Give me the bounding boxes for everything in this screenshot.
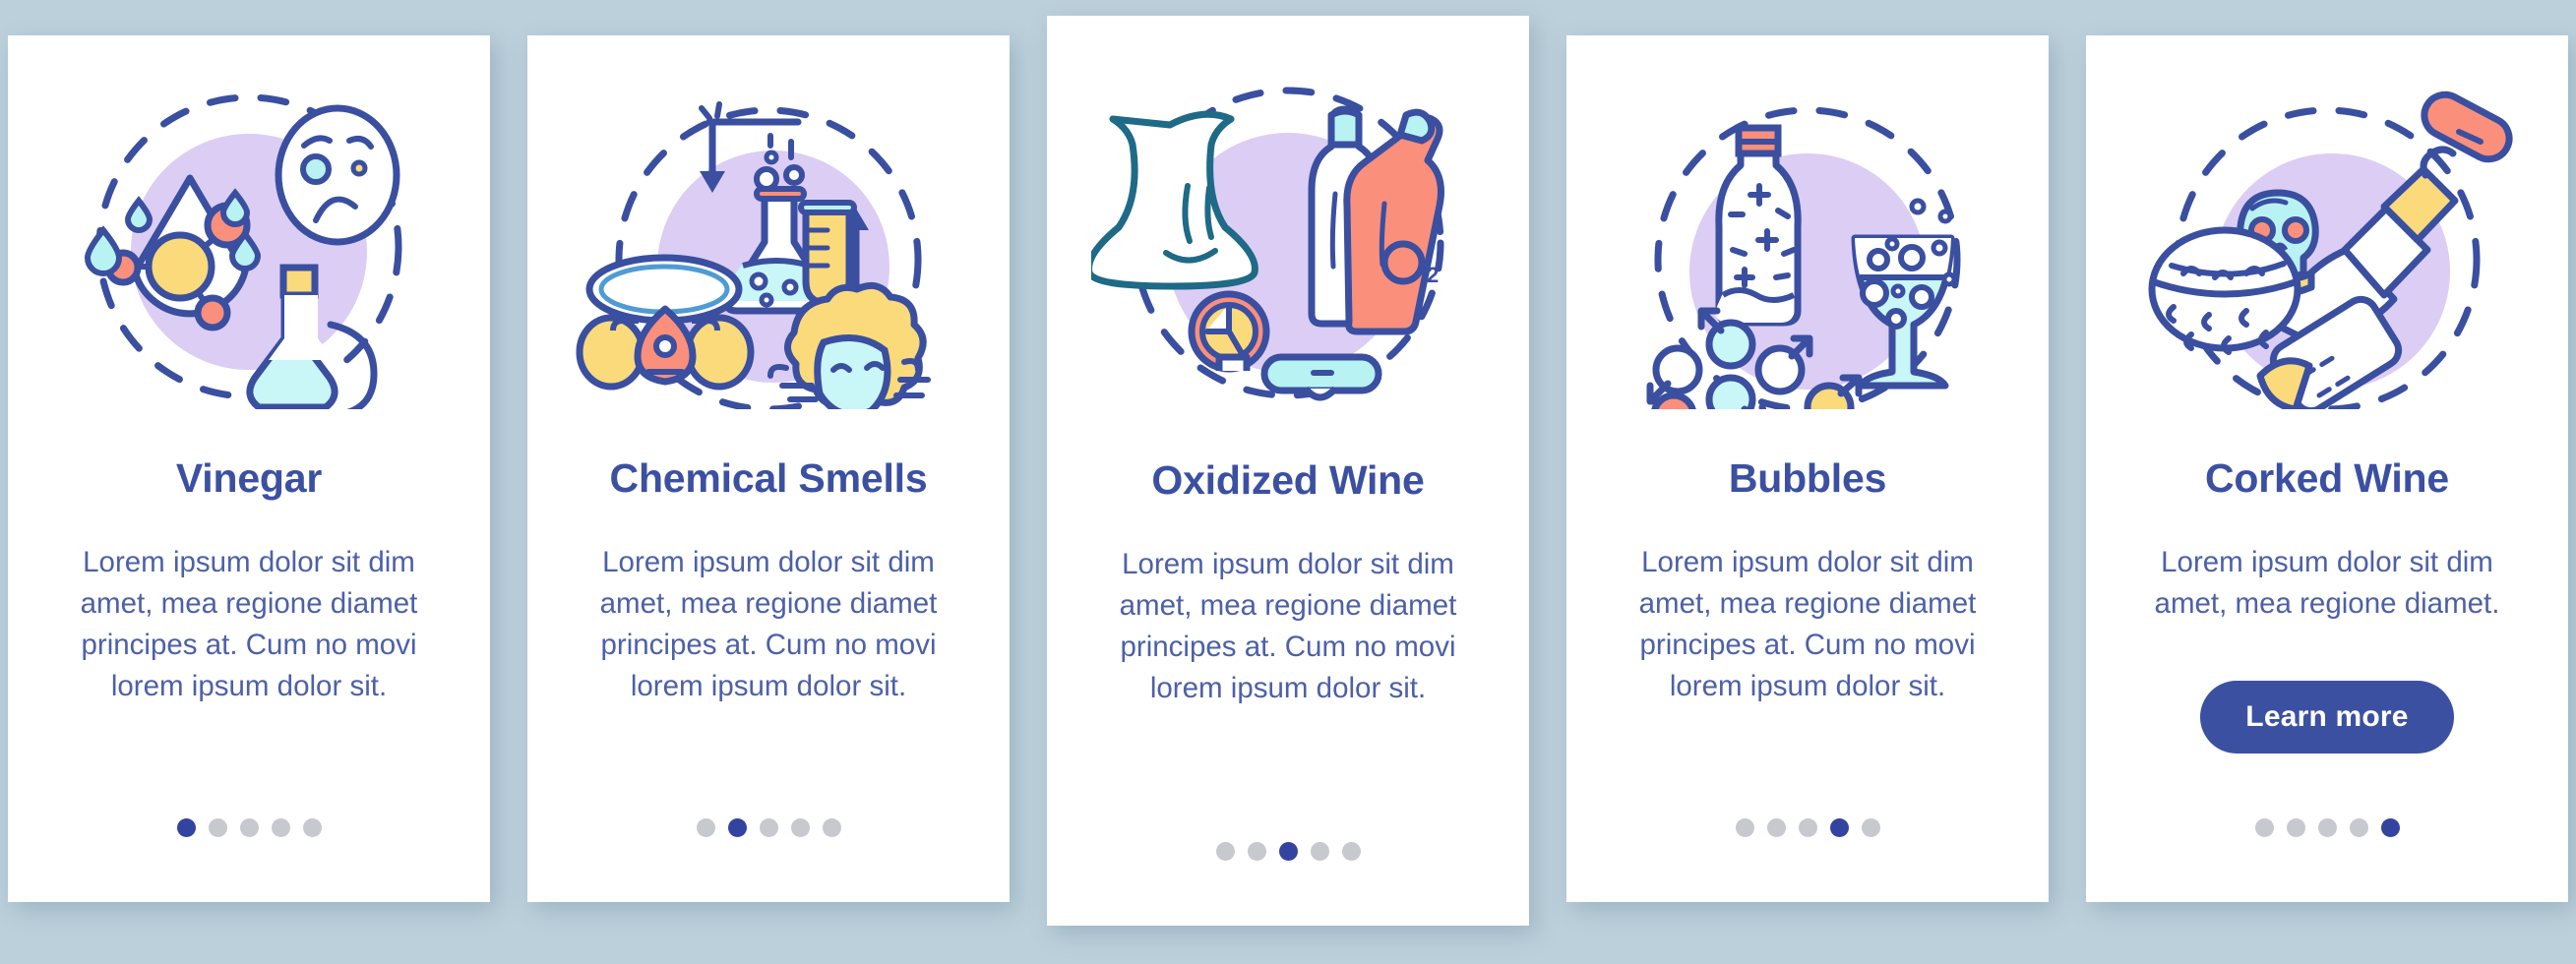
pagination-dot[interactable] (2349, 818, 2368, 837)
onboarding-card-bubbles: Bubbles Lorem ipsum dolor sit dim amet, … (1566, 35, 2049, 902)
corkscrew-icon (2420, 90, 2513, 179)
card-title: Bubbles (1728, 455, 1887, 501)
pagination-dot[interactable] (176, 818, 196, 837)
pagination-dot[interactable] (1735, 818, 1754, 837)
card-body: Lorem ipsum dolor sit dim amet, mea regi… (1638, 546, 1977, 702)
oxidized-wine-illustration: 2 (1047, 16, 1529, 460)
mold-dish-icon (2148, 226, 2301, 355)
card-title: Vinegar (175, 455, 323, 501)
respirator-mask-icon (576, 254, 755, 391)
card-title: Chemical Smells (609, 455, 928, 501)
corkscrew-icon (1215, 353, 1382, 401)
pagination-dots[interactable] (1735, 818, 1880, 837)
pagination-dot[interactable] (1798, 818, 1817, 837)
pagination-dots[interactable] (696, 818, 841, 837)
chemical-smells-illustration (527, 35, 1010, 458)
pagination-dot[interactable] (790, 818, 810, 837)
pagination-dot[interactable] (822, 818, 841, 837)
onboarding-screens-board: Vinegar Lorem ipsum dolor sit dim amet, … (0, 0, 2576, 964)
pagination-dots[interactable] (2254, 818, 2400, 837)
pagination-dot[interactable] (1766, 818, 1786, 837)
pagination-dot[interactable] (208, 818, 227, 837)
corked-wine-illustration (2086, 35, 2568, 458)
onboarding-card-oxidized-wine: 2 Oxidized Wine Lorem ipsum dolor sit di… (1047, 16, 1529, 926)
pagination-dot[interactable] (2254, 818, 2274, 837)
pagination-dot[interactable] (1829, 818, 1849, 837)
pagination-dot[interactable] (271, 818, 290, 837)
pagination-dot[interactable] (759, 818, 778, 837)
pagination-dot[interactable] (2380, 818, 2400, 837)
card-title: Corked Wine (2204, 455, 2450, 501)
pagination-dot[interactable] (2286, 818, 2305, 837)
pagination-dot[interactable] (1215, 842, 1235, 861)
pagination-dot[interactable] (239, 818, 259, 837)
onboarding-card-chemical-smells: Chemical Smells Lorem ipsum dolor sit di… (527, 35, 1010, 902)
pagination-dot[interactable] (696, 818, 715, 837)
onboarding-card-vinegar: Vinegar Lorem ipsum dolor sit dim amet, … (8, 35, 490, 902)
card-body: Lorem ipsum dolor sit dim amet, mea regi… (2154, 546, 2500, 620)
pagination-dot[interactable] (1247, 842, 1266, 861)
sad-face-icon (275, 104, 400, 246)
pagination-dot[interactable] (727, 818, 747, 837)
vinegar-illustration (8, 35, 490, 458)
pagination-dots[interactable] (176, 818, 322, 837)
card-body: Lorem ipsum dolor sit dim amet, mea regi… (599, 546, 938, 702)
pagination-dot[interactable] (1278, 842, 1298, 861)
pagination-dot[interactable] (1861, 818, 1880, 837)
card-title: Oxidized Wine (1151, 457, 1425, 503)
pagination-dot[interactable] (1341, 842, 1361, 861)
pagination-dots[interactable] (1215, 842, 1361, 861)
learn-more-button[interactable]: Learn more (2200, 681, 2454, 754)
pagination-dot[interactable] (1310, 842, 1329, 861)
pagination-dot[interactable] (302, 818, 322, 837)
bubbles-illustration (1566, 35, 2049, 458)
onboarding-card-corked-wine: Corked Wine Lorem ipsum dolor sit dim am… (2086, 35, 2568, 902)
card-body: Lorem ipsum dolor sit dim amet, mea regi… (80, 546, 418, 702)
card-body: Lorem ipsum dolor sit dim amet, mea regi… (1119, 548, 1457, 704)
o2-sub-label: 2 (1427, 263, 1439, 287)
pagination-dot[interactable] (2317, 818, 2337, 837)
